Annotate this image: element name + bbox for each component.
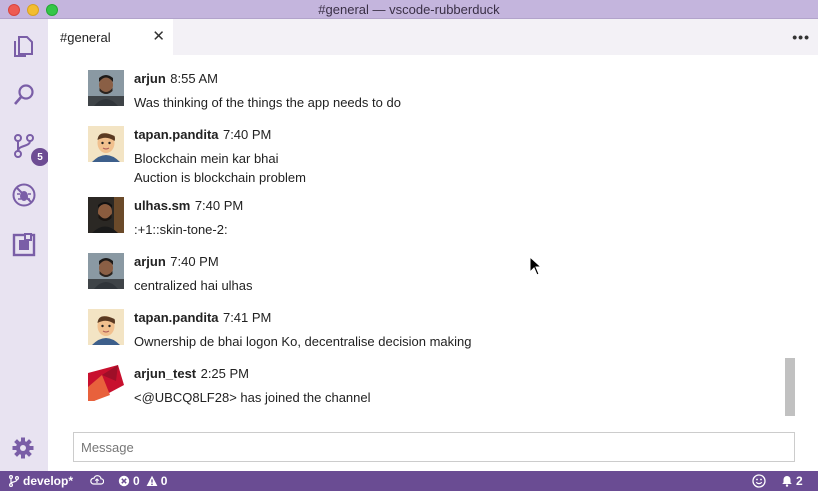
search-icon[interactable]: [9, 80, 39, 110]
smiley-icon: [752, 474, 766, 488]
message-author[interactable]: arjun: [134, 254, 166, 269]
debug-icon[interactable]: [9, 180, 39, 210]
warning-icon: [146, 475, 158, 486]
error-icon: [118, 475, 130, 487]
avatar: [88, 197, 124, 233]
message-text: Ownership de bhai logon Ko, decentralise…: [134, 334, 472, 349]
message-author[interactable]: arjun_test: [134, 366, 196, 381]
avatar: [88, 365, 124, 401]
message-author[interactable]: tapan.pandita: [134, 127, 219, 142]
message-text: :+1::skin-tone-2:: [134, 222, 228, 237]
problems-indicator[interactable]: 0 0: [118, 474, 167, 488]
window-title: #general — vscode-rubberduck: [318, 2, 500, 17]
message-text: Was thinking of the things the app needs…: [134, 95, 401, 110]
status-bar: develop* 0 0 2: [0, 471, 818, 491]
message-text: <@UBCQ8LF28> has joined the channel: [134, 390, 371, 405]
message-author[interactable]: arjun: [134, 71, 166, 86]
avatar: [88, 70, 124, 106]
message-time: 2:25 PM: [200, 366, 250, 381]
more-actions-icon[interactable]: •••: [792, 29, 810, 45]
tab-bar: #general ✕ •••: [48, 19, 818, 55]
notification-count: 2: [796, 474, 803, 488]
avatar: [88, 126, 124, 162]
tab-general[interactable]: #general ✕: [48, 19, 173, 55]
message-text: centralized hai ulhas: [134, 278, 253, 293]
branch-name: develop*: [23, 474, 74, 488]
message-time: 7:40 PM: [222, 127, 272, 142]
cloud-upload-icon: [90, 475, 104, 485]
source-control-icon[interactable]: 5: [9, 131, 49, 166]
activity-bar: 5: [0, 19, 49, 471]
message-time: 7:40 PM: [194, 198, 244, 213]
avatar: [88, 253, 124, 289]
extensions-icon[interactable]: [9, 230, 39, 260]
error-count: 0: [133, 474, 140, 488]
title-bar: #general — vscode-rubberduck: [0, 0, 818, 19]
settings-gear-icon[interactable]: [11, 436, 35, 460]
message-list: arjun 8:55 AM Was thinking of the things…: [48, 55, 818, 425]
message-text: Blockchain mein kar bhai: [134, 151, 279, 166]
message-author[interactable]: ulhas.sm: [134, 198, 190, 213]
explorer-icon[interactable]: [9, 31, 39, 61]
branch-indicator[interactable]: develop*: [8, 474, 73, 488]
tab-close-icon[interactable]: ✕: [152, 29, 165, 44]
warning-count: 0: [160, 474, 168, 488]
avatar: [88, 309, 124, 345]
message-time: 7:41 PM: [222, 310, 272, 325]
message-author[interactable]: tapan.pandita: [134, 310, 219, 325]
source-control-badge: 5: [31, 148, 49, 166]
message-time: 8:55 AM: [170, 71, 218, 86]
message-input[interactable]: [74, 433, 794, 461]
sync-button[interactable]: [90, 474, 104, 486]
tab-label: #general: [60, 29, 111, 45]
message-scrollbar[interactable]: [785, 358, 795, 416]
feedback-button[interactable]: [752, 474, 766, 488]
bell-icon: [782, 476, 792, 487]
notifications-button[interactable]: 2: [781, 474, 803, 488]
git-branch-icon: [9, 475, 19, 487]
mouse-cursor-icon: [529, 256, 543, 276]
message-time: 7:40 PM: [170, 254, 219, 269]
vscode-window: #general — vscode-rubberduck 5 #general …: [0, 0, 818, 491]
message-text: Auction is blockchain problem: [134, 170, 306, 185]
message-composer: [73, 432, 795, 462]
